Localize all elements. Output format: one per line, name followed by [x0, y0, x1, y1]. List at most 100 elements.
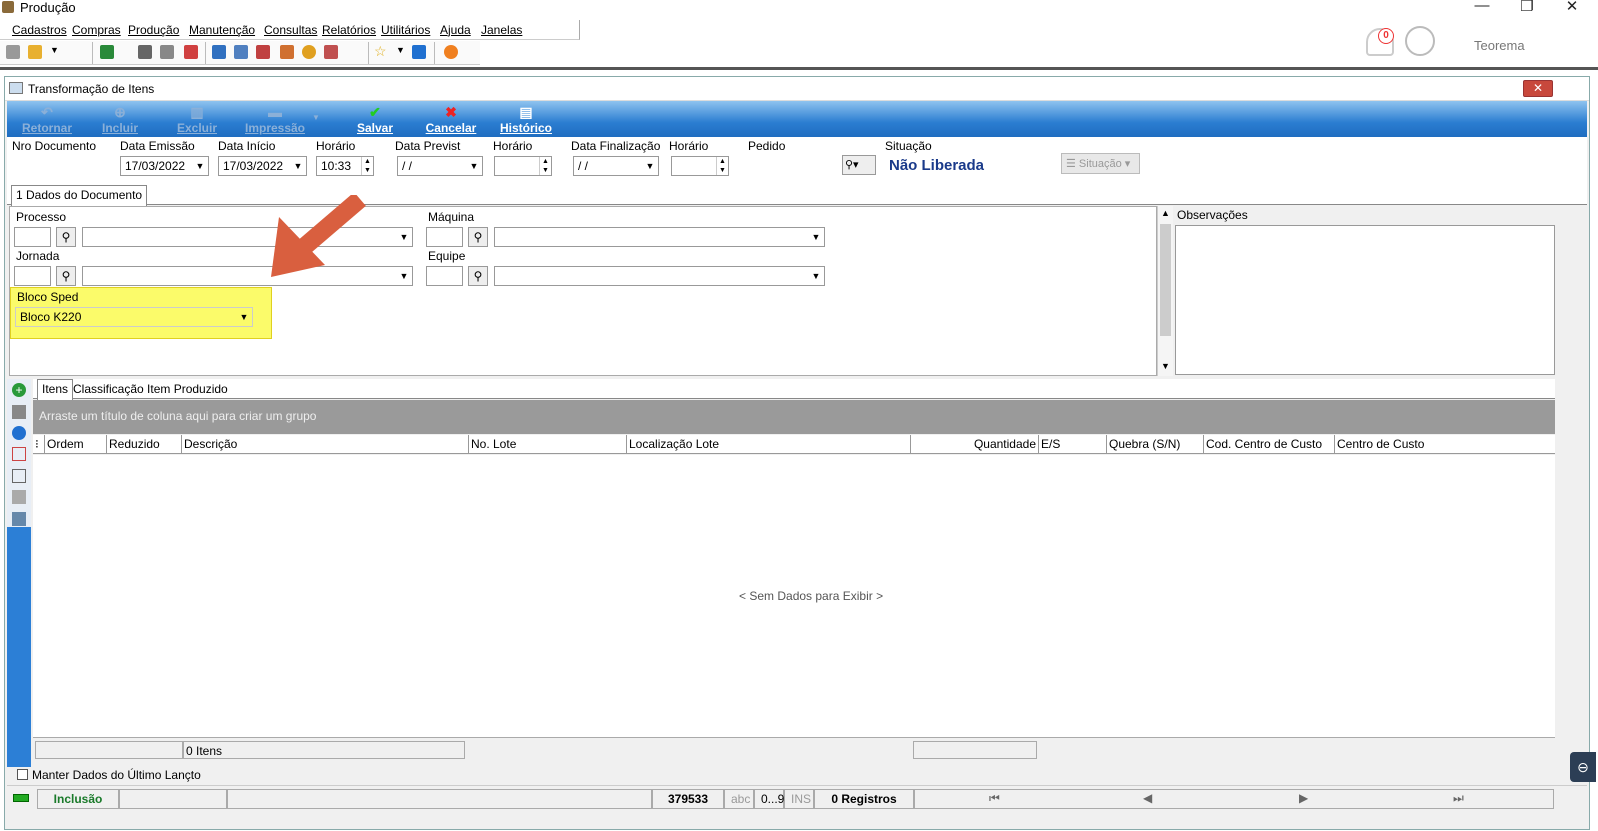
calendar-edit-icon[interactable] [280, 45, 294, 59]
spinner-icon[interactable]: ▲ ▼ [361, 157, 373, 175]
chevron-down-icon[interactable]: ▼ [290, 157, 306, 175]
scale2-icon[interactable] [160, 45, 174, 59]
horario2-field[interactable]: ▲ ▼ [494, 156, 552, 176]
chevron-down-icon[interactable]: ▼ [642, 157, 658, 175]
historico-button[interactable]: ▤ Histórico [491, 101, 561, 137]
situacao-button[interactable]: ☰ Situação ▾ [1061, 153, 1140, 174]
info-icon[interactable] [412, 45, 426, 59]
menu-utilitarios[interactable]: Utilitários [381, 23, 430, 37]
info-item-icon[interactable] [12, 426, 26, 440]
tab-dados-documento[interactable]: 1 Dados do Documento [11, 185, 148, 206]
menu-manutencao[interactable]: Manutenção [189, 23, 255, 37]
add-item-icon[interactable]: + [12, 383, 26, 397]
observacoes-textarea[interactable] [1175, 225, 1555, 375]
minimize-icon[interactable]: — [1467, 0, 1497, 14]
chevron-down-icon[interactable]: ▼ [808, 267, 824, 285]
chevron-down-icon[interactable]: ▼ [808, 228, 824, 246]
scroll-thumb[interactable] [1160, 224, 1171, 336]
pedido-search-button[interactable]: ⚲▾ [842, 155, 876, 175]
calculator-icon[interactable] [234, 45, 248, 59]
tab-itens[interactable]: Itens [37, 379, 74, 400]
impressao-button[interactable]: ▬ Impressão [235, 101, 315, 137]
dropdown-arrow-icon[interactable]: ▼ [50, 45, 59, 55]
chevron-up-icon[interactable]: ▲ [1161, 208, 1170, 218]
square-icon[interactable] [12, 490, 26, 504]
horario3-field[interactable]: ▲ ▼ [671, 156, 729, 176]
search-icon[interactable]: ⚲ [56, 266, 76, 286]
menu-ajuda[interactable]: Ajuda [440, 23, 471, 37]
search-icon[interactable]: ⚲ [468, 227, 488, 247]
column-chooser-icon[interactable]: ⁝ [33, 435, 45, 454]
chevron-down-icon[interactable]: ▼ [1161, 361, 1170, 371]
col-reduzido[interactable]: Reduzido [107, 435, 182, 454]
prev-record-icon[interactable]: ◀ [1143, 791, 1152, 805]
col-quebra[interactable]: Quebra (S/N) [1107, 435, 1204, 454]
form-scrollbar[interactable]: ▲ ▼ [1157, 206, 1173, 376]
jornada-code-field[interactable] [14, 266, 51, 286]
col-no-lote[interactable]: No. Lote [469, 435, 627, 454]
data-previst-field[interactable]: / / ▼ [397, 156, 483, 176]
excluir-button[interactable]: ▥ Excluir [162, 101, 232, 137]
grid-remove-icon[interactable] [12, 512, 26, 526]
menu-compras[interactable]: Compras [72, 23, 121, 37]
new-icon[interactable] [6, 45, 20, 59]
dropdown-arrow-icon[interactable]: ▼ [396, 45, 405, 55]
tab-classificacao[interactable]: Classificação Item Produzido [73, 382, 228, 396]
menu-cadastros[interactable]: Cadastros [12, 23, 67, 37]
chevron-down-icon[interactable]: ▼ [192, 157, 208, 175]
scale-icon[interactable] [138, 45, 152, 59]
retornar-button[interactable]: ↶ Retornar [12, 101, 82, 137]
folder-icon[interactable] [28, 45, 42, 59]
cart-icon[interactable] [100, 45, 114, 59]
data-inicio-field[interactable]: 17/03/2022 ▼ [218, 156, 307, 176]
incluir-button[interactable]: ⊕ Incluir [85, 101, 155, 137]
delete-item-icon[interactable] [12, 405, 26, 419]
grid-icon[interactable] [212, 45, 226, 59]
bloco-sped-select[interactable]: Bloco K220 ▼ [15, 307, 253, 327]
search-icon[interactable]: ⚲ [56, 227, 76, 247]
cancelar-button[interactable]: ✖ Cancelar [416, 101, 486, 137]
spinner-icon[interactable]: ▲ ▼ [716, 157, 728, 175]
calendar-icon[interactable] [184, 45, 198, 59]
col-localizacao-lote[interactable]: Localização Lote [627, 435, 911, 454]
next-record-icon[interactable]: ▶ [1299, 791, 1308, 805]
chevron-down-icon[interactable]: ▼ [236, 308, 252, 326]
col-ordem[interactable]: Ordem [45, 435, 107, 454]
restore-icon[interactable]: ❐ [1512, 0, 1542, 15]
side-handle-icon[interactable]: ⊖ [1570, 752, 1596, 782]
col-quantidade[interactable]: Quantidade [911, 435, 1039, 454]
data-finalizacao-field[interactable]: / / ▼ [573, 156, 659, 176]
data-emissao-field[interactable]: 17/03/2022 ▼ [120, 156, 209, 176]
group-area[interactable]: Arraste um título de coluna aqui para cr… [33, 400, 1555, 434]
chevron-down-icon[interactable]: ▼ [396, 267, 412, 285]
chevron-down-icon[interactable]: ▼ [466, 157, 482, 175]
col-descricao[interactable]: Descrição [182, 435, 469, 454]
menu-relatorios[interactable]: Relatórios [322, 23, 376, 37]
col-es[interactable]: E/S [1039, 435, 1107, 454]
horario-field[interactable]: 10:33 ▲ ▼ [316, 156, 374, 176]
col-cod-centro-custo[interactable]: Cod. Centro de Custo [1204, 435, 1335, 454]
power-icon[interactable] [444, 45, 458, 59]
first-record-icon[interactable]: ⏮ [989, 791, 1000, 806]
menu-janelas[interactable]: Janelas [481, 23, 522, 37]
report-icon[interactable] [324, 45, 338, 59]
menu-consultas[interactable]: Consultas [264, 23, 317, 37]
menu-producao[interactable]: Produção [128, 23, 179, 37]
window-close-button[interactable]: ✕ [1523, 80, 1553, 97]
spinner-icon[interactable]: ▲ ▼ [539, 157, 551, 175]
calendar30-icon[interactable] [256, 45, 270, 59]
grid-body[interactable]: < Sem Dados para Exibir > [33, 455, 1555, 737]
salvar-button[interactable]: ✔ Salvar [340, 101, 410, 137]
col-centro-custo[interactable]: Centro de Custo [1335, 435, 1555, 454]
last-record-icon[interactable]: ⏭ [1453, 791, 1464, 806]
processo-code-field[interactable] [14, 227, 51, 247]
equipe-select[interactable]: ▼ [494, 266, 825, 286]
impressao-dropdown-icon[interactable]: ▼ [312, 113, 320, 122]
close-icon[interactable]: ✕ [1557, 0, 1587, 15]
document-icon[interactable] [12, 469, 26, 483]
user-avatar-icon[interactable] [1405, 26, 1435, 56]
maquina-select[interactable]: ▼ [494, 227, 825, 247]
chevron-down-icon[interactable]: ▼ [396, 228, 412, 246]
book-icon[interactable] [12, 447, 26, 461]
manter-checkbox[interactable] [17, 769, 28, 780]
